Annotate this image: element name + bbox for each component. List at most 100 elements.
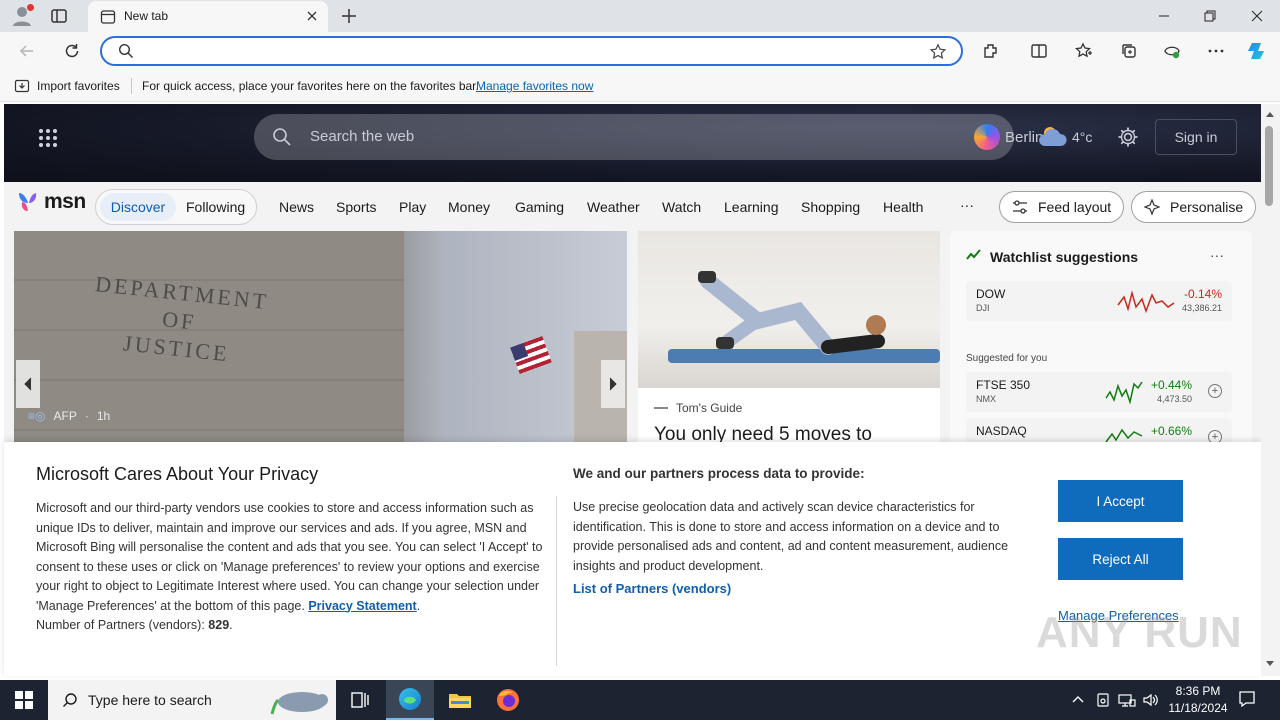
app-launcher-icon[interactable]	[38, 128, 58, 148]
carousel-next-button[interactable]	[601, 360, 625, 408]
page-scrollbar[interactable]	[1261, 104, 1280, 676]
nav-health[interactable]: Health	[883, 199, 923, 215]
split-screen-icon[interactable]	[1030, 42, 1048, 60]
tab-actions-icon[interactable]	[50, 7, 68, 25]
nav-weather[interactable]: Weather	[587, 199, 640, 215]
collections-icon[interactable]	[1120, 42, 1138, 60]
reject-all-button[interactable]: Reject All	[1058, 538, 1183, 580]
card2-source: Tom's Guide	[654, 401, 742, 415]
start-button[interactable]	[0, 680, 48, 720]
add-to-watchlist-button[interactable]: +	[1208, 384, 1222, 398]
stock-change: +0.66%	[1150, 424, 1192, 438]
privacy-body: Microsoft and our third-party vendors us…	[36, 501, 543, 632]
msn-logo-text: msn	[44, 190, 86, 213]
watchlist-title: Watchlist suggestions	[990, 249, 1139, 265]
settings-more-icon[interactable]	[1207, 42, 1225, 60]
close-tab-icon[interactable]	[306, 10, 318, 22]
refresh-button[interactable]	[63, 42, 81, 60]
personalise-sparkle-icon	[1144, 199, 1160, 215]
scrollbar-thumb[interactable]	[1265, 126, 1273, 206]
list-of-partners-link[interactable]: List of Partners (vendors)	[573, 581, 731, 596]
tray-network-icon[interactable]	[1118, 692, 1136, 708]
web-search-placeholder: Search the web	[310, 128, 415, 145]
stock-exchange: DJI	[976, 303, 990, 313]
windows-logo-icon	[15, 691, 33, 709]
stock-symbol: NASDAQ	[976, 424, 1027, 438]
taskbar-search-box[interactable]: Type here to search	[48, 680, 336, 720]
profile-avatar[interactable]	[10, 4, 34, 28]
sign-in-button[interactable]: Sign in	[1155, 119, 1237, 155]
card-source-dot: ·	[84, 409, 89, 423]
accept-button[interactable]: I Accept	[1058, 480, 1183, 522]
search-icon	[118, 43, 134, 59]
import-favorites-label: Import favorites	[37, 79, 120, 93]
taskbar-edge[interactable]	[386, 680, 434, 720]
taskbar-firefox[interactable]	[484, 680, 532, 720]
tray-chevron-up-icon[interactable]	[1071, 692, 1085, 706]
weather-cloud-icon[interactable]	[1038, 124, 1068, 148]
tab-new-tab[interactable]: New tab	[88, 1, 328, 32]
copilot-search-icon[interactable]	[974, 124, 1000, 150]
scroll-up-icon[interactable]	[1265, 110, 1275, 118]
nav-sports[interactable]: Sports	[336, 199, 376, 215]
feed-layout-button[interactable]: Feed layout	[999, 191, 1125, 223]
minimize-button[interactable]	[1141, 0, 1187, 32]
tab-following[interactable]: Following	[186, 199, 245, 215]
nav-money[interactable]: Money	[448, 199, 490, 215]
news-card-fitness[interactable]: Tom's Guide You only need 5 moves to	[638, 231, 940, 446]
stock-value: 4,473.50	[1156, 394, 1192, 404]
stock-trend-icon	[966, 249, 981, 260]
sliders-icon	[1013, 200, 1027, 214]
browser-essentials-icon[interactable]	[1163, 42, 1181, 60]
tray-device-icon[interactable]	[1095, 692, 1111, 708]
taskbar-file-explorer[interactable]	[436, 680, 484, 720]
task-view-button[interactable]	[336, 680, 384, 720]
tab-discover[interactable]: Discover	[100, 193, 176, 221]
toms-guide-logo-icon	[654, 407, 668, 409]
extensions-icon[interactable]	[982, 42, 1000, 60]
firefox-icon	[497, 689, 519, 711]
nav-learning[interactable]: Learning	[724, 199, 779, 215]
favorites-icon[interactable]	[1075, 42, 1093, 60]
stock-change: -0.14%	[1183, 287, 1222, 301]
stock-row-dow[interactable]: DOW DJI -0.14% 43,386.21	[966, 281, 1232, 321]
weather-temperature[interactable]: 4°c	[1072, 129, 1092, 145]
favorite-star-icon[interactable]	[929, 43, 947, 61]
nav-gaming[interactable]: Gaming	[515, 199, 564, 215]
favorites-separator	[131, 78, 132, 94]
taskbar-clock[interactable]: 8:36 PM 11/18/2024	[1160, 683, 1236, 717]
personalise-button[interactable]: Personalise	[1131, 191, 1257, 223]
news-card-hero[interactable]: DEPARTMENT OF JUSTICE ≡◎ AFP · 1h	[14, 231, 627, 446]
stock-row-ftse350[interactable]: FTSE 350 NMX +0.44% 4,473.50 +	[966, 372, 1232, 412]
close-window-button[interactable]	[1234, 0, 1280, 32]
copilot-icon[interactable]	[1246, 40, 1268, 62]
import-favorites-button[interactable]: Import favorites	[14, 78, 120, 94]
nav-play[interactable]: Play	[399, 199, 426, 215]
privacy-body-text: Microsoft and our third-party vendors us…	[36, 501, 543, 613]
back-button[interactable]	[18, 42, 36, 60]
manage-favorites-link[interactable]: Manage favorites now	[476, 79, 593, 93]
web-search-box[interactable]: Search the web	[254, 114, 1014, 160]
new-tab-button[interactable]	[340, 7, 358, 25]
nav-watch[interactable]: Watch	[662, 199, 701, 215]
settings-gear-icon[interactable]	[1117, 126, 1139, 148]
nav-more-button[interactable]: ···	[960, 197, 974, 213]
restore-button[interactable]	[1187, 0, 1233, 32]
chevron-left-icon	[24, 377, 32, 391]
carousel-prev-button[interactable]	[16, 360, 40, 408]
nav-shopping[interactable]: Shopping	[801, 199, 860, 215]
privacy-statement-link[interactable]: Privacy Statement	[308, 599, 416, 613]
scroll-down-icon[interactable]	[1265, 660, 1275, 668]
address-bar[interactable]	[100, 36, 963, 66]
card-source-name: AFP	[53, 409, 77, 423]
watchlist-more-button[interactable]: ···	[1210, 247, 1224, 263]
tray-volume-icon[interactable]	[1142, 692, 1160, 708]
task-view-icon	[351, 692, 369, 708]
notification-center-icon[interactable]	[1238, 690, 1256, 708]
data-processing-title: We and our partners process data to prov…	[573, 466, 865, 481]
manatee-search-highlight-icon	[270, 692, 328, 715]
msn-logo[interactable]: msn	[16, 190, 86, 214]
woman-exercising-image	[698, 271, 886, 355]
stock-symbol: DOW	[976, 287, 1006, 301]
nav-news[interactable]: News	[279, 199, 314, 215]
